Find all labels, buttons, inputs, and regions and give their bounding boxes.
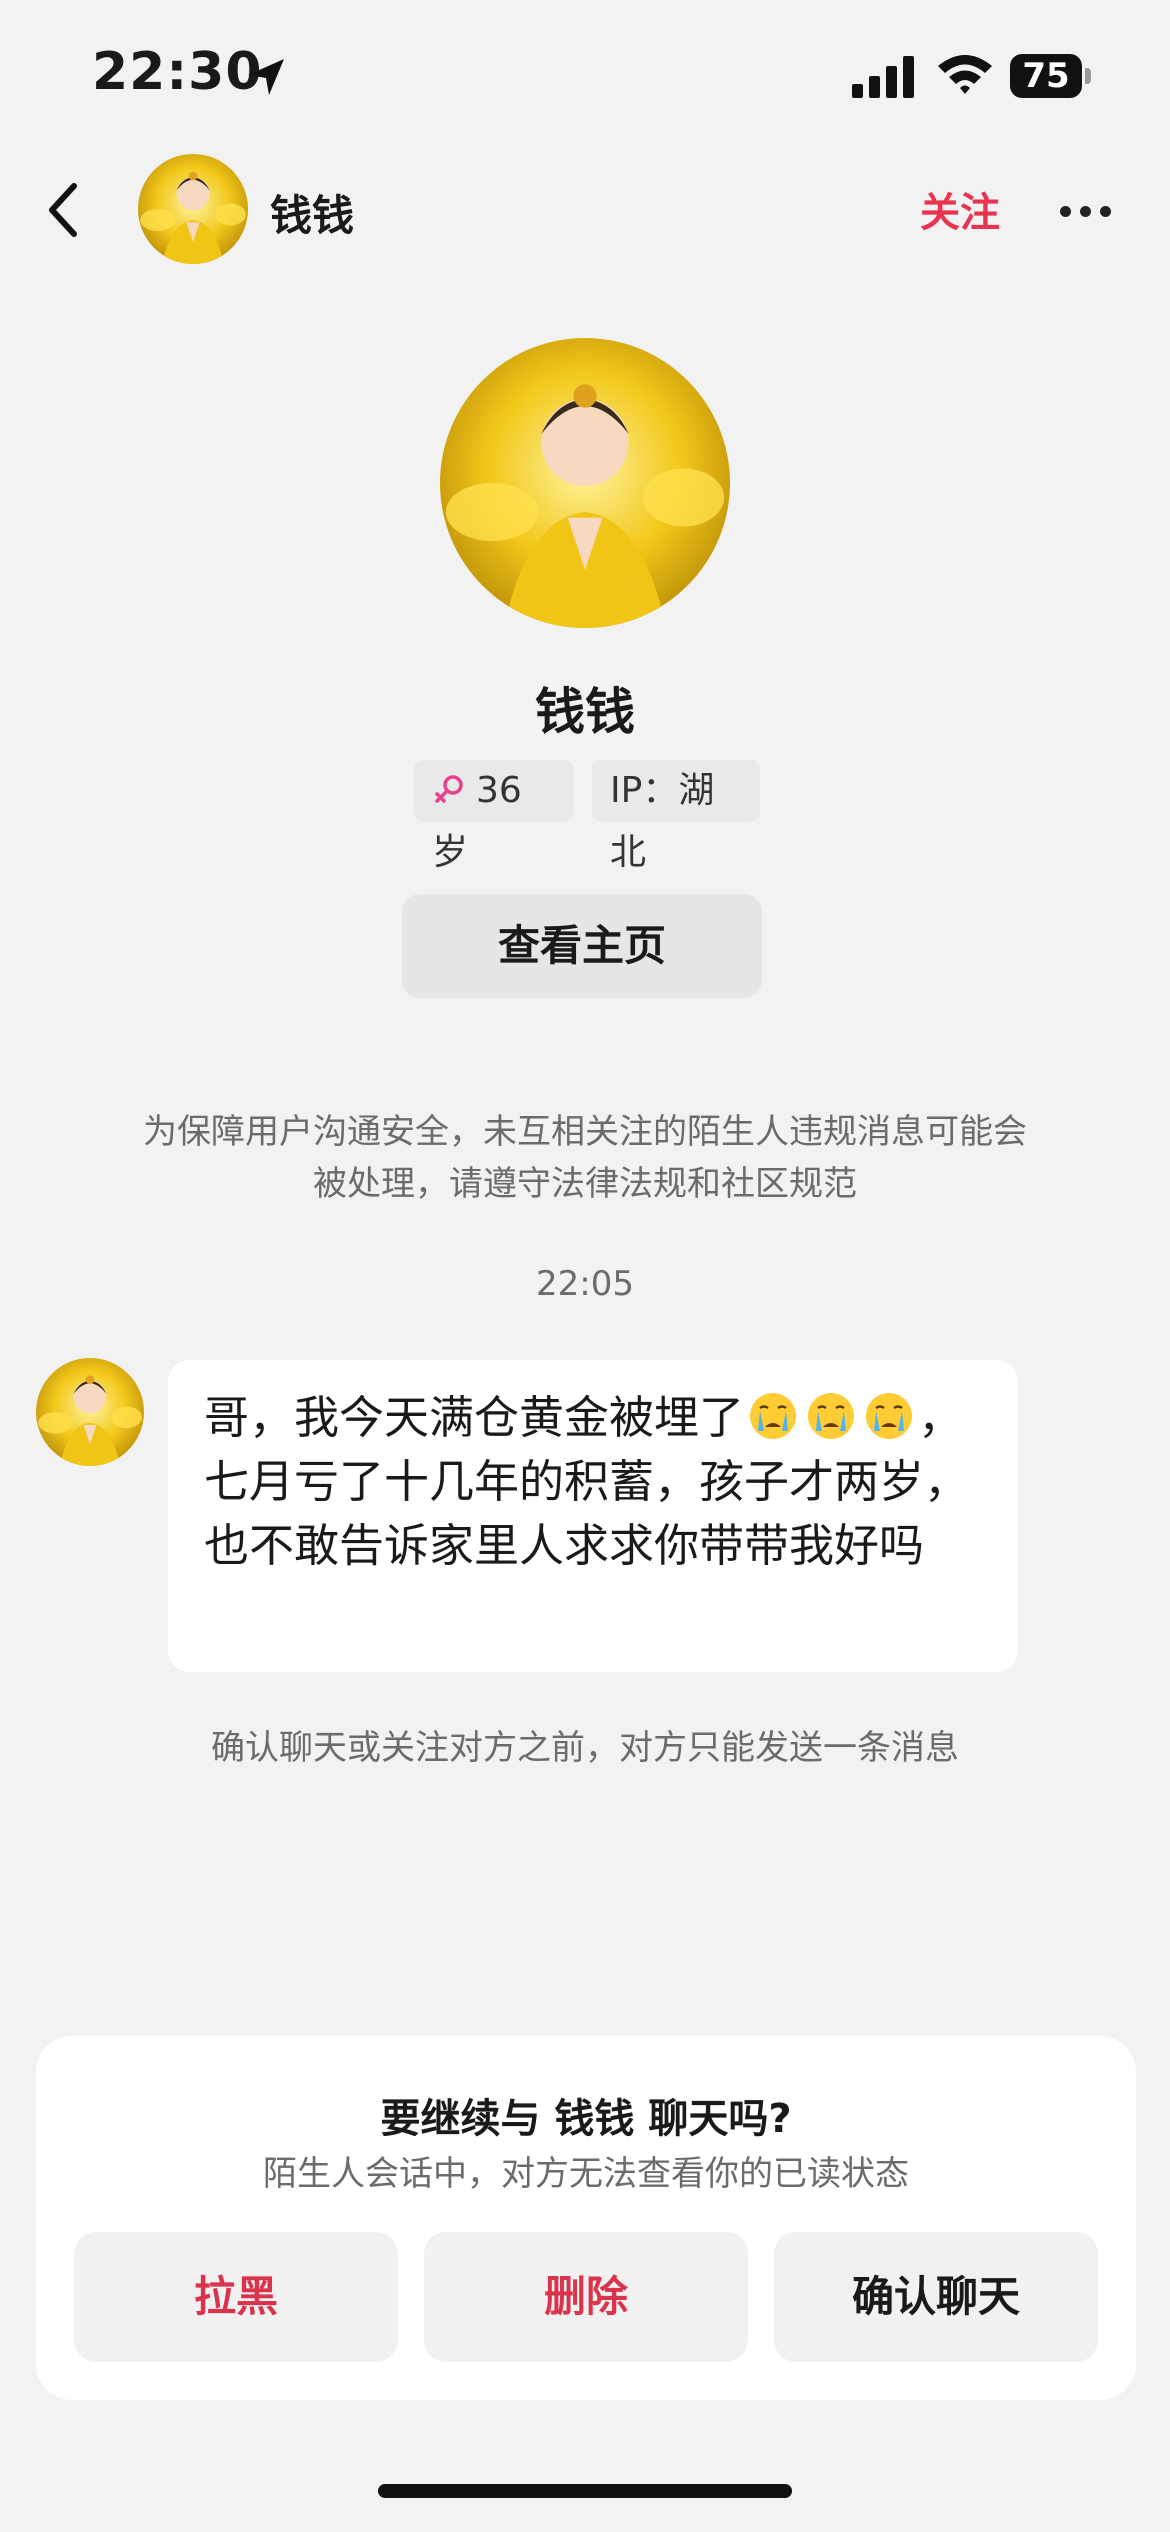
status-bar: 22:30 75 [0, 0, 1170, 150]
battery-cap [1085, 68, 1091, 84]
header-avatar[interactable] [138, 154, 248, 264]
crying-emoji-icon [864, 1391, 914, 1441]
ip-text: IP：湖北 [610, 770, 715, 873]
safety-notice: 为保障用户沟通安全，未互相关注的陌生人违规消息可能会被处理，请遵守法律法规和社区… [143, 1112, 1027, 1204]
location-arrow-icon [248, 59, 284, 95]
battery-indicator: 75 [1010, 54, 1092, 98]
stranger-chat-prompt: 要继续与 钱钱 聊天吗? 陌生人会话中，对方无法查看你的已读状态 拉黑 删除 确… [36, 2036, 1136, 2400]
ip-chip: IP：湖北 [592, 760, 760, 873]
back-chevron-icon[interactable] [40, 178, 88, 242]
profile-avatar[interactable] [440, 338, 730, 628]
prompt-subtitle: 陌生人会话中，对方无法查看你的已读状态 [263, 2154, 909, 2194]
crying-emoji-icon [806, 1391, 856, 1441]
message-limit-note: 确认聊天或关注对方之前，对方只能发送一条消息 [211, 1728, 959, 1768]
chat-header: 钱钱 关注 [0, 150, 1170, 270]
message-bubble[interactable]: 哥，我今天满仓黄金被埋了 ，七月亏了十几年的积蓄，孩子才两岁，也不敢告诉家里人求求… [168, 1360, 1018, 1672]
message-timestamp: 22:05 [536, 1264, 634, 1304]
block-button[interactable]: 拉黑 [74, 2232, 398, 2362]
cellular-signal-icon [852, 56, 914, 98]
crying-emoji-icon [748, 1391, 798, 1441]
sender-avatar[interactable] [36, 1358, 144, 1466]
follow-button[interactable]: 关注 [920, 180, 1000, 238]
more-options-icon[interactable] [1060, 202, 1120, 217]
prompt-title: 要继续与 钱钱 聊天吗? [380, 2096, 792, 2142]
header-username[interactable]: 钱钱 [270, 182, 354, 243]
battery-level: 75 [1010, 54, 1082, 98]
status-time: 22:30 [92, 42, 263, 102]
view-profile-button[interactable]: 查看主页 [402, 894, 762, 998]
delete-button[interactable]: 删除 [424, 2232, 748, 2362]
female-icon [435, 775, 463, 803]
message-text-part1: 哥，我今天满仓黄金被埋了 [204, 1391, 745, 1444]
confirm-chat-button[interactable]: 确认聊天 [774, 2232, 1098, 2362]
profile-name: 钱钱 [535, 683, 635, 741]
wifi-icon [938, 55, 992, 94]
home-indicator[interactable] [378, 2484, 792, 2498]
age-chip: 36岁 [414, 760, 574, 873]
